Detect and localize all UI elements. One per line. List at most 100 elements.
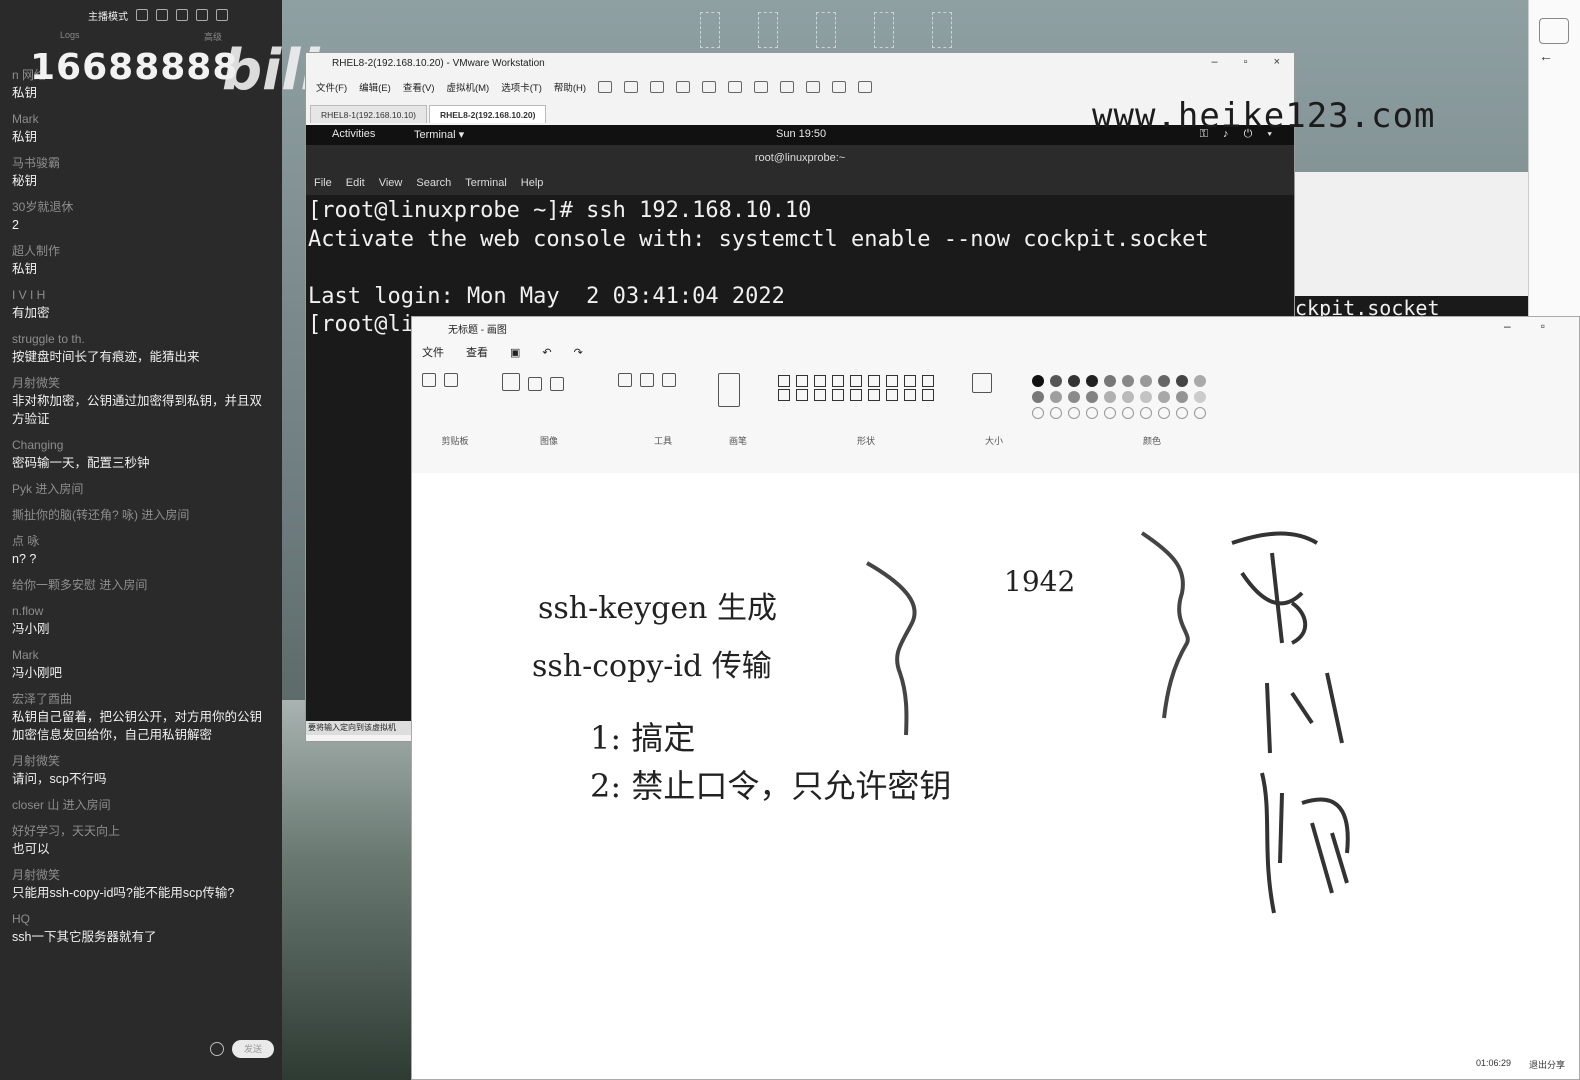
term-menu-search[interactable]: Search <box>416 177 451 189</box>
snapshot-icon[interactable] <box>650 81 665 93</box>
pencil-icon[interactable] <box>618 373 632 387</box>
close-icon[interactable] <box>216 9 228 21</box>
revert-snapshot-icon[interactable] <box>676 81 691 93</box>
chat-username[interactable]: 超人制作 <box>12 242 274 260</box>
chat-username[interactable]: 给你一颗多安慰 进入房间 <box>12 576 274 594</box>
exit-share-button[interactable]: 退出分享 <box>1529 1058 1565 1071</box>
activities-button[interactable]: Activities <box>332 128 375 140</box>
settings-icon[interactable] <box>136 9 148 21</box>
term-menu-view[interactable]: View <box>379 177 403 189</box>
color-swatch[interactable] <box>1194 375 1206 387</box>
chat-username[interactable]: 宏泽了酉曲 <box>12 690 274 708</box>
chat-username[interactable]: 月射微笑 <box>12 374 274 392</box>
desktop-shortcut-icon[interactable] <box>816 12 836 48</box>
chat-username[interactable]: 马书骏霸 <box>12 154 274 172</box>
redo-icon[interactable]: ↷ <box>574 346 583 359</box>
menu-file[interactable]: 文件 <box>422 344 444 360</box>
rotate-icon[interactable] <box>550 377 564 391</box>
menu-view[interactable]: 查看(V) <box>403 80 435 94</box>
menu-view[interactable]: 查看 <box>466 344 488 360</box>
chat-username[interactable]: Pyk 进入房间 <box>12 480 274 498</box>
chat-username[interactable]: 好好学习，天天向上 <box>12 822 274 840</box>
chat-username[interactable]: Mark <box>12 110 274 128</box>
undo-icon[interactable]: ↶ <box>542 346 551 359</box>
pause-icon[interactable] <box>598 81 613 93</box>
color-swatch[interactable] <box>1032 375 1044 387</box>
drawing-canvas[interactable]: ssh-keygen 生成 ssh-copy-id 传输 1942 1: 搞定 … <box>412 473 1579 1079</box>
color-swatch[interactable] <box>1068 391 1080 403</box>
color-palette[interactable] <box>1032 375 1272 419</box>
menu-help[interactable]: 帮助(H) <box>554 80 586 94</box>
chat-username[interactable]: n.flow <box>12 602 274 620</box>
crop-icon[interactable] <box>528 377 542 391</box>
color-swatch[interactable] <box>1032 391 1044 403</box>
desktop-shortcut-icon[interactable] <box>932 12 952 48</box>
fullscreen-icon[interactable] <box>780 81 795 93</box>
color-swatch[interactable] <box>1032 407 1044 419</box>
stretch-icon[interactable] <box>858 81 873 93</box>
send-button[interactable]: 发送 <box>232 1040 274 1058</box>
clock[interactable]: Sun 19:50 <box>776 128 826 140</box>
unity-icon[interactable] <box>806 81 821 93</box>
thumbnail-icon[interactable] <box>754 81 769 93</box>
fill-icon[interactable] <box>640 373 654 387</box>
color-swatch[interactable] <box>1194 391 1206 403</box>
chat-username[interactable]: 撕扯你的脑(转还角? 咏) 进入房间 <box>12 506 274 524</box>
terminal-app-menu[interactable]: Terminal ▾ <box>414 128 464 141</box>
tab-rhel8-2[interactable]: RHEL8-2(192.168.10.20) <box>428 105 547 123</box>
color-swatch[interactable] <box>1140 375 1152 387</box>
shape-gallery[interactable] <box>778 375 954 401</box>
term-menu-file[interactable]: File <box>314 177 332 189</box>
color-swatch[interactable] <box>1176 407 1188 419</box>
color-swatch[interactable] <box>1194 407 1206 419</box>
chat-username[interactable]: 点 咏 <box>12 532 274 550</box>
close-icon[interactable]: × <box>1274 56 1280 68</box>
maximize-icon[interactable]: ▫ <box>1244 56 1248 68</box>
popout-icon[interactable] <box>156 9 168 21</box>
emoji-icon[interactable] <box>210 1042 224 1056</box>
desktop-shortcut-icon[interactable] <box>874 12 894 48</box>
color-swatch[interactable] <box>1158 391 1170 403</box>
color-swatch[interactable] <box>1104 391 1116 403</box>
chat-username[interactable]: HQ <box>12 910 274 928</box>
profile-icon[interactable] <box>1539 18 1569 44</box>
select-icon[interactable] <box>502 373 520 391</box>
color-swatch[interactable] <box>1122 375 1134 387</box>
chat-username[interactable]: struggle to th. <box>12 330 274 348</box>
color-swatch[interactable] <box>1068 407 1080 419</box>
minimize-icon[interactable] <box>196 9 208 21</box>
chat-username[interactable]: 月射微笑 <box>12 752 274 770</box>
menu-edit[interactable]: 编辑(E) <box>359 80 391 94</box>
term-menu-help[interactable]: Help <box>521 177 544 189</box>
color-swatch[interactable] <box>1122 407 1134 419</box>
term-menu-edit[interactable]: Edit <box>346 177 365 189</box>
send-keys-icon[interactable] <box>624 81 639 93</box>
color-swatch[interactable] <box>1158 407 1170 419</box>
color-swatch[interactable] <box>1122 391 1134 403</box>
snapshot-manager-icon[interactable] <box>702 81 717 93</box>
color-swatch[interactable] <box>1050 375 1062 387</box>
color-swatch[interactable] <box>1104 407 1116 419</box>
color-swatch[interactable] <box>1140 391 1152 403</box>
color-swatch[interactable] <box>1050 407 1062 419</box>
paste-icon[interactable] <box>422 373 436 387</box>
color-swatch[interactable] <box>1086 407 1098 419</box>
desktop-shortcut-icon[interactable] <box>758 12 778 48</box>
minimize-icon[interactable]: – <box>1504 319 1511 333</box>
menu-tabs[interactable]: 选项卡(T) <box>501 80 542 94</box>
color-swatch[interactable] <box>1050 391 1062 403</box>
chat-username[interactable]: closer 山 进入房间 <box>12 796 274 814</box>
line-size-icon[interactable] <box>972 373 992 393</box>
color-swatch[interactable] <box>1140 407 1152 419</box>
tab-rhel8-1[interactable]: RHEL8-1(192.168.10.10) <box>310 105 427 123</box>
color-swatch[interactable] <box>1158 375 1170 387</box>
chat-username[interactable]: I V I H <box>12 286 274 304</box>
chat-username[interactable]: 30岁就退休 <box>12 198 274 216</box>
cut-icon[interactable] <box>444 373 458 387</box>
menu-icon[interactable] <box>176 9 188 21</box>
color-swatch[interactable] <box>1086 391 1098 403</box>
color-swatch[interactable] <box>1104 375 1116 387</box>
brush-icon[interactable] <box>718 373 740 407</box>
chat-username[interactable]: Mark <box>12 646 274 664</box>
library-icon[interactable] <box>728 81 743 93</box>
